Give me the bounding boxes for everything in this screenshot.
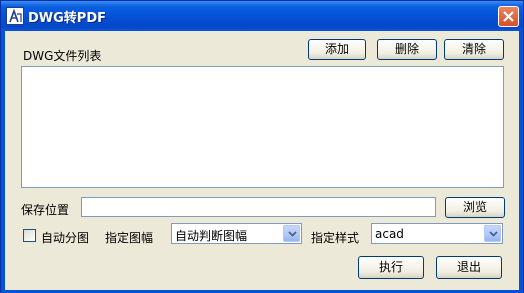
save-location-label: 保存位置 bbox=[21, 203, 70, 217]
exit-button[interactable]: 退出 bbox=[436, 256, 502, 279]
dialog-window: DWG转PDF DWG文件列表 添加 删除 清除 保存位置 浏览 自动分图 指定… bbox=[0, 0, 524, 293]
execute-button[interactable]: 执行 bbox=[358, 256, 424, 279]
browse-button[interactable]: 浏览 bbox=[445, 197, 505, 218]
clear-button[interactable]: 清除 bbox=[444, 39, 504, 60]
add-button[interactable]: 添加 bbox=[308, 39, 366, 60]
style-label: 指定样式 bbox=[311, 231, 360, 245]
chevron-down-icon bbox=[489, 231, 498, 237]
chevron-down-icon bbox=[288, 231, 297, 237]
style-value: acad bbox=[375, 227, 404, 241]
delete-button[interactable]: 删除 bbox=[377, 39, 437, 60]
autocad-app-icon bbox=[6, 7, 24, 25]
save-location-input[interactable] bbox=[81, 197, 436, 217]
auto-split-checkbox[interactable] bbox=[23, 229, 36, 242]
close-icon bbox=[503, 11, 514, 22]
paper-size-dropdown-button[interactable] bbox=[283, 225, 300, 242]
dwg-file-list[interactable] bbox=[21, 66, 504, 188]
paper-size-select[interactable]: 自动判断图幅 bbox=[171, 223, 302, 244]
auto-split-label: 自动分图 bbox=[41, 231, 90, 245]
style-select[interactable]: acad bbox=[371, 223, 503, 244]
window-border-right bbox=[519, 31, 523, 293]
close-button[interactable] bbox=[498, 6, 519, 27]
paper-size-label: 指定图幅 bbox=[105, 231, 154, 245]
dialog-client-area: DWG文件列表 添加 删除 清除 保存位置 浏览 自动分图 指定图幅 自动判断图… bbox=[5, 31, 519, 290]
style-dropdown-button[interactable] bbox=[484, 225, 501, 242]
title-bar[interactable]: DWG转PDF bbox=[1, 1, 523, 31]
paper-size-value: 自动判断图幅 bbox=[175, 229, 248, 243]
file-list-label: DWG文件列表 bbox=[23, 49, 102, 63]
window-title: DWG转PDF bbox=[28, 11, 107, 26]
